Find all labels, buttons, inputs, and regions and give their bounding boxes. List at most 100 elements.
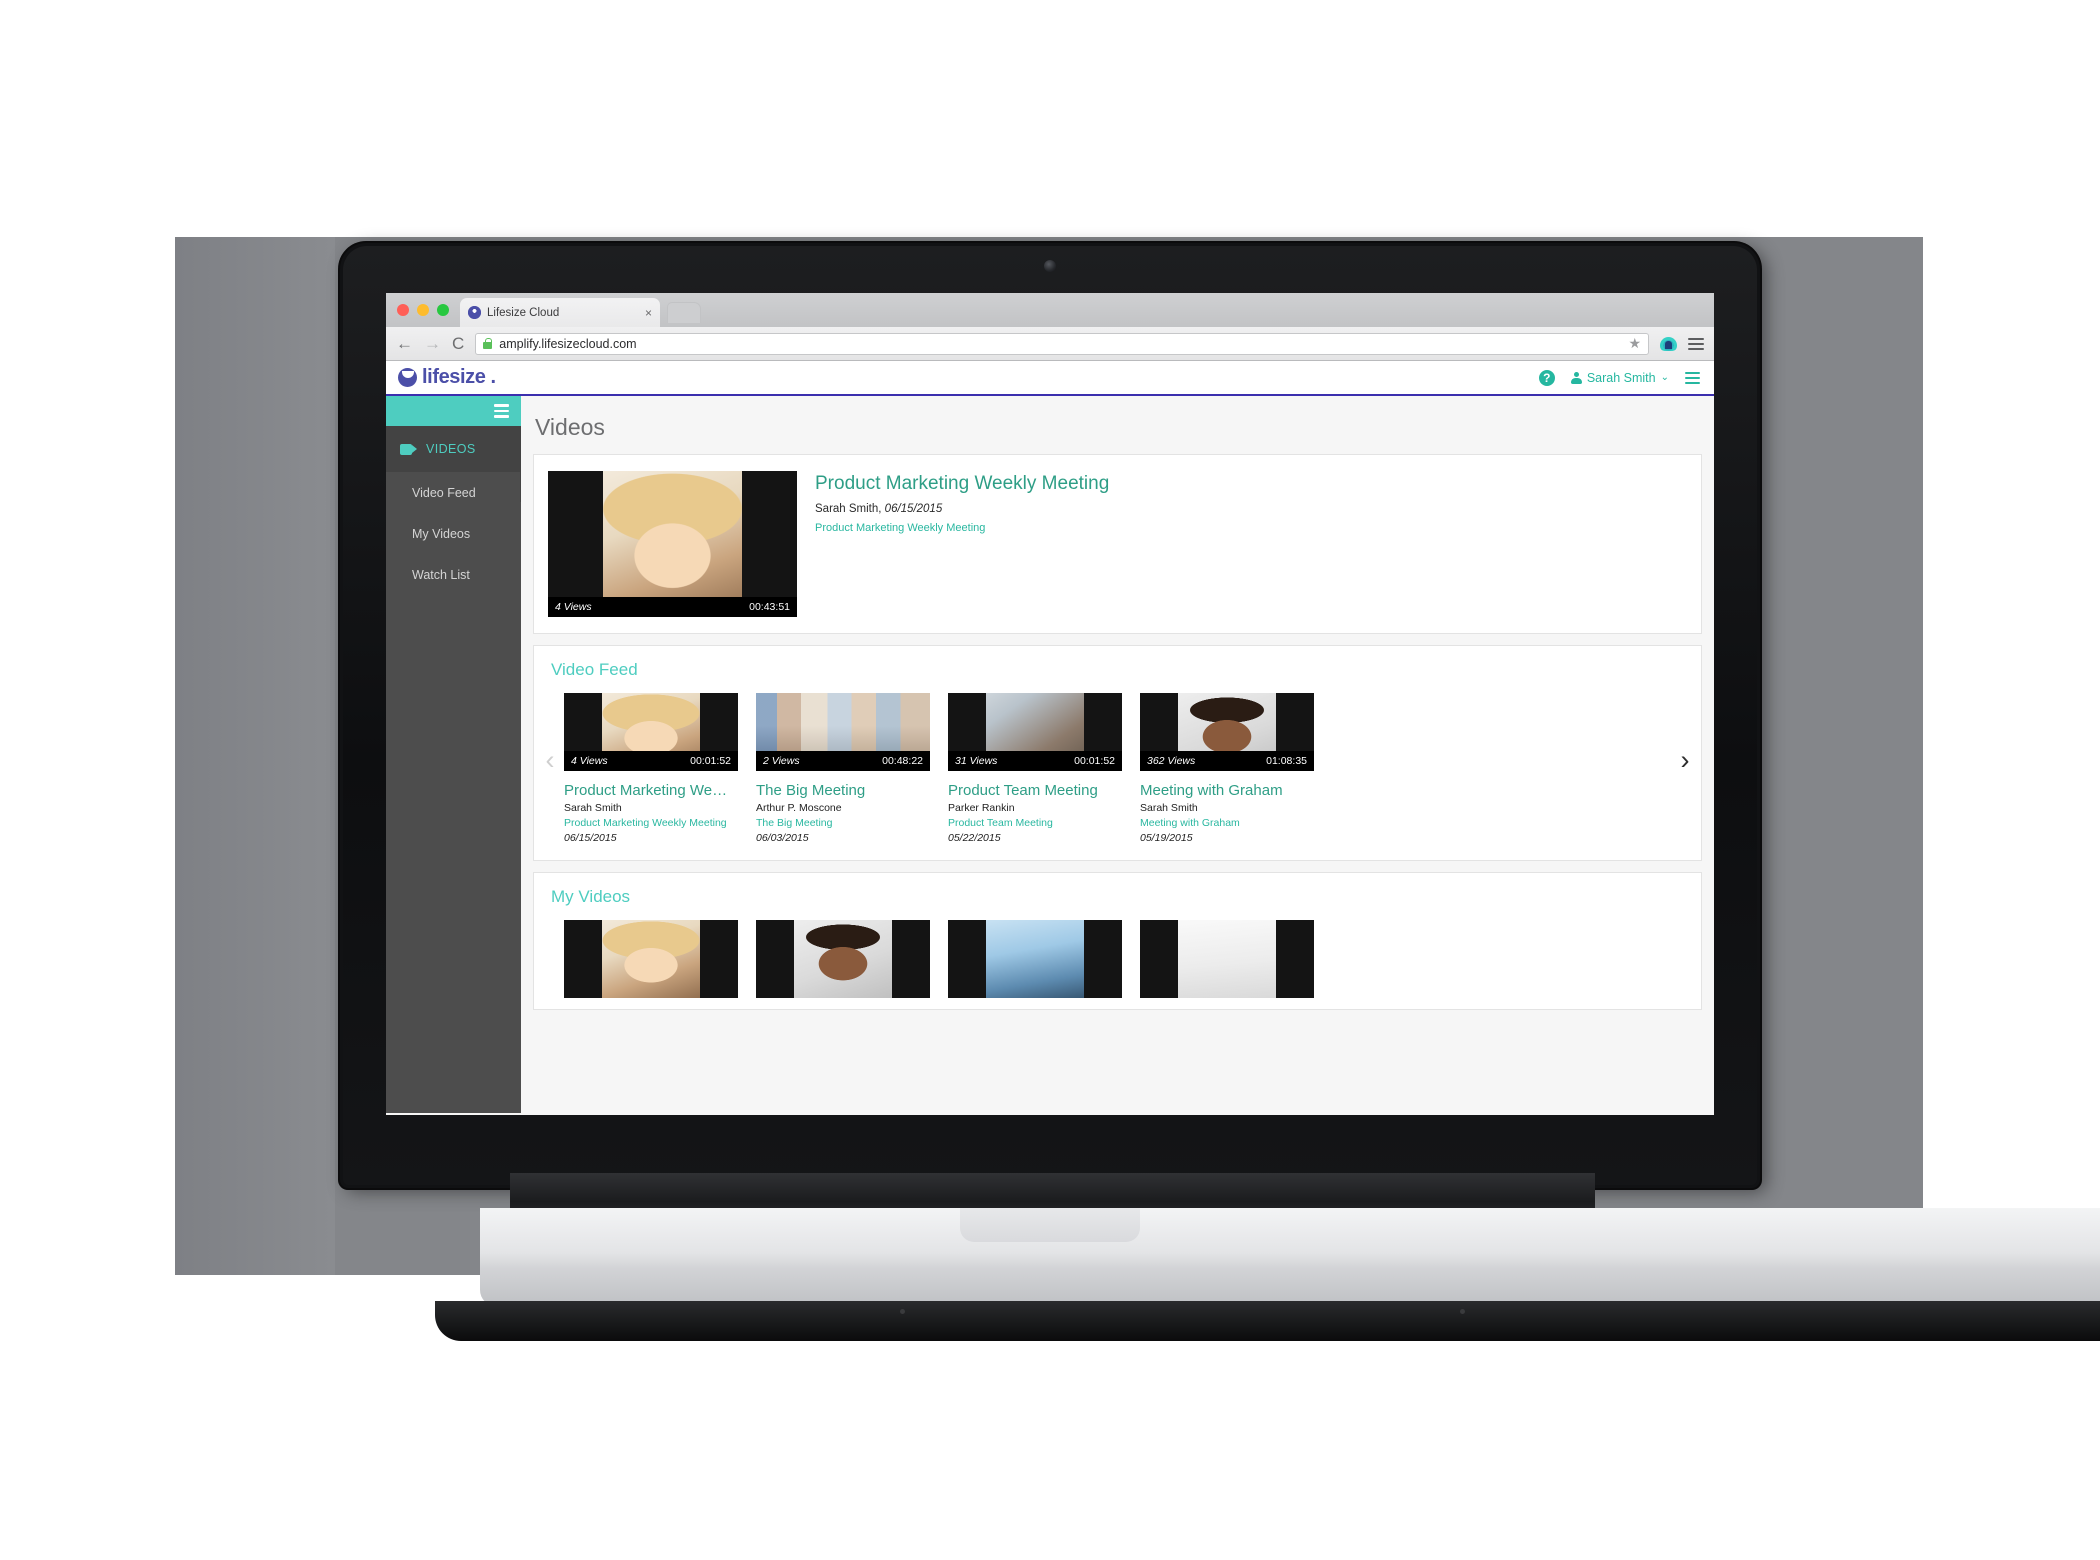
video-meeting-link[interactable]: The Big Meeting [756, 817, 930, 829]
browser-tab[interactable]: Lifesize Cloud × [460, 298, 660, 327]
video-title[interactable]: Product Marketing We… [564, 782, 738, 799]
video-card[interactable]: 4 Views 00:01:52 Product Marketing We… S… [564, 693, 738, 844]
chevron-down-icon: ⌄ [1660, 372, 1669, 383]
featured-thumbnail[interactable]: 4 Views 00:43:51 [548, 471, 797, 617]
duration: 01:08:35 [1266, 755, 1307, 767]
video-date: 06/03/2015 [756, 832, 809, 844]
video-feed-carousel: ‹ › 4 Views 00:01:52 Product Marketing W… [534, 680, 1701, 860]
pillarbox-left [1140, 920, 1179, 998]
help-icon[interactable]: ? [1538, 369, 1555, 386]
window-controls[interactable] [397, 304, 449, 316]
video-title[interactable]: Product Team Meeting [948, 782, 1122, 799]
video-author: Parker Rankin [948, 802, 1015, 814]
sidebar-item-my-videos[interactable]: My Videos [386, 513, 521, 554]
pillarbox-right [742, 471, 797, 617]
carousel-prev-icon[interactable]: ‹ [540, 743, 560, 777]
forward-icon[interactable]: → [424, 335, 441, 352]
view-count: 31 Views [955, 755, 998, 767]
laptop-mockup: Lifesize Cloud × ← → C amplify.lifesizec… [340, 243, 2100, 1341]
sidebar-item-label: Video Feed [412, 485, 476, 500]
video-card[interactable] [948, 920, 1122, 1009]
video-thumbnail[interactable]: 362 Views 01:08:35 [1140, 693, 1314, 771]
thumbnail-overlay-bar: 2 Views 00:48:22 [756, 751, 930, 771]
thumbnail-overlay-bar: 4 Views 00:01:52 [564, 751, 738, 771]
my-videos-carousel [534, 907, 1701, 1009]
thumbnail-overlay-bar: 362 Views 01:08:35 [1140, 751, 1314, 771]
tab-close-icon[interactable]: × [645, 307, 652, 319]
user-menu[interactable]: Sarah Smith ⌄ [1570, 371, 1669, 385]
pillarbox-right [1275, 920, 1314, 998]
featured-video-date: 06/15/2015 [884, 503, 943, 515]
video-thumbnail[interactable] [1140, 920, 1314, 998]
video-thumbnail[interactable]: 31 Views 00:01:52 [948, 693, 1122, 771]
video-meeting-link[interactable]: Meeting with Graham [1140, 817, 1314, 829]
video-thumbnail[interactable]: 2 Views 00:48:22 [756, 693, 930, 771]
bookmark-star-icon[interactable]: ★ [1628, 335, 1641, 352]
sidebar-item-video-feed[interactable]: Video Feed [386, 472, 521, 513]
video-card[interactable] [756, 920, 930, 1009]
video-card[interactable]: 31 Views 00:01:52 Product Team Meeting P… [948, 693, 1122, 844]
video-title[interactable]: The Big Meeting [756, 782, 930, 799]
laptop-lid: Lifesize Cloud × ← → C amplify.lifesizec… [340, 243, 1760, 1188]
reload-icon[interactable]: C [452, 335, 464, 352]
featured-video-card[interactable]: 4 Views 00:43:51 Product Marketing Weekl… [533, 454, 1702, 634]
laptop-foot [435, 1301, 2100, 1341]
pillarbox-right [1083, 920, 1122, 998]
lifesize-logo[interactable]: lifesize . [398, 366, 496, 389]
video-meeting-link[interactable]: Product Team Meeting [948, 817, 1122, 829]
video-date: 05/22/2015 [948, 832, 1001, 844]
tab-title: Lifesize Cloud [487, 306, 560, 319]
section-title: Video Feed [551, 660, 638, 679]
new-tab-button[interactable] [667, 302, 701, 323]
pillarbox-left [756, 920, 795, 998]
maximize-window-button[interactable] [437, 304, 449, 316]
duration: 00:48:22 [882, 755, 923, 767]
video-card[interactable] [1140, 920, 1314, 1009]
app-header: lifesize . ? Sarah Smith ⌄ [386, 361, 1714, 396]
video-card[interactable]: 362 Views 01:08:35 Meeting with Graham S… [1140, 693, 1314, 844]
video-author: Sarah Smith [1140, 802, 1198, 814]
video-thumbnail[interactable]: 4 Views 00:01:52 [564, 693, 738, 771]
browser-menu-icon[interactable] [1688, 337, 1704, 350]
carousel-next-icon[interactable]: › [1675, 743, 1695, 777]
back-icon[interactable]: ← [396, 335, 413, 352]
video-thumbnail[interactable] [564, 920, 738, 998]
pillarbox-right [699, 920, 738, 998]
video-title[interactable]: Meeting with Graham [1140, 782, 1314, 799]
sidebar-item-label: Watch List [412, 567, 470, 582]
video-card[interactable]: 2 Views 00:48:22 The Big Meeting Arthur … [756, 693, 930, 844]
sidebar-collapse-icon[interactable] [494, 404, 509, 418]
sidebar-toggle-bar[interactable] [386, 396, 521, 426]
video-card[interactable] [564, 920, 738, 1009]
sidebar-item-watch-list[interactable]: Watch List [386, 554, 521, 595]
extension-icon[interactable] [1660, 336, 1677, 351]
sidebar: VIDEOS Video Feed My Videos Watch List [386, 396, 528, 1113]
minimize-window-button[interactable] [417, 304, 429, 316]
video-meeting-link[interactable]: Product Marketing Weekly Meeting [564, 817, 738, 829]
pillarbox-left [948, 920, 987, 998]
app-menu-icon[interactable] [1685, 371, 1700, 384]
close-window-button[interactable] [397, 304, 409, 316]
pillarbox-left [548, 471, 603, 617]
video-thumbnail[interactable] [948, 920, 1122, 998]
featured-meeting-link[interactable]: Product Marketing Weekly Meeting [815, 522, 1109, 534]
laptop-foot-screw [900, 1309, 905, 1314]
sidebar-item-videos[interactable]: VIDEOS [386, 426, 528, 502]
lifesize-logo-dot: . [490, 366, 497, 388]
view-count: 362 Views [1147, 755, 1196, 767]
sidebar-section-label: VIDEOS [426, 442, 476, 456]
featured-video-title[interactable]: Product Marketing Weekly Meeting [815, 473, 1109, 495]
app-body: VIDEOS Video Feed My Videos Watch List V… [386, 396, 1714, 1113]
pillarbox-right [891, 920, 930, 998]
laptop-base [480, 1208, 2100, 1306]
video-date: 05/19/2015 [1140, 832, 1193, 844]
address-bar[interactable]: amplify.lifesizecloud.com ★ [475, 332, 1649, 355]
featured-video-author: Sarah Smith [815, 503, 879, 515]
video-date: 06/15/2015 [564, 832, 617, 844]
duration: 00:01:52 [690, 755, 731, 767]
webcam-icon [1044, 260, 1056, 272]
lifesize-logo-text: lifesize [422, 366, 486, 388]
video-thumbnail[interactable] [756, 920, 930, 998]
duration: 00:01:52 [1074, 755, 1115, 767]
browser-chrome: Lifesize Cloud × ← → C amplify.lifesizec… [386, 293, 1714, 361]
